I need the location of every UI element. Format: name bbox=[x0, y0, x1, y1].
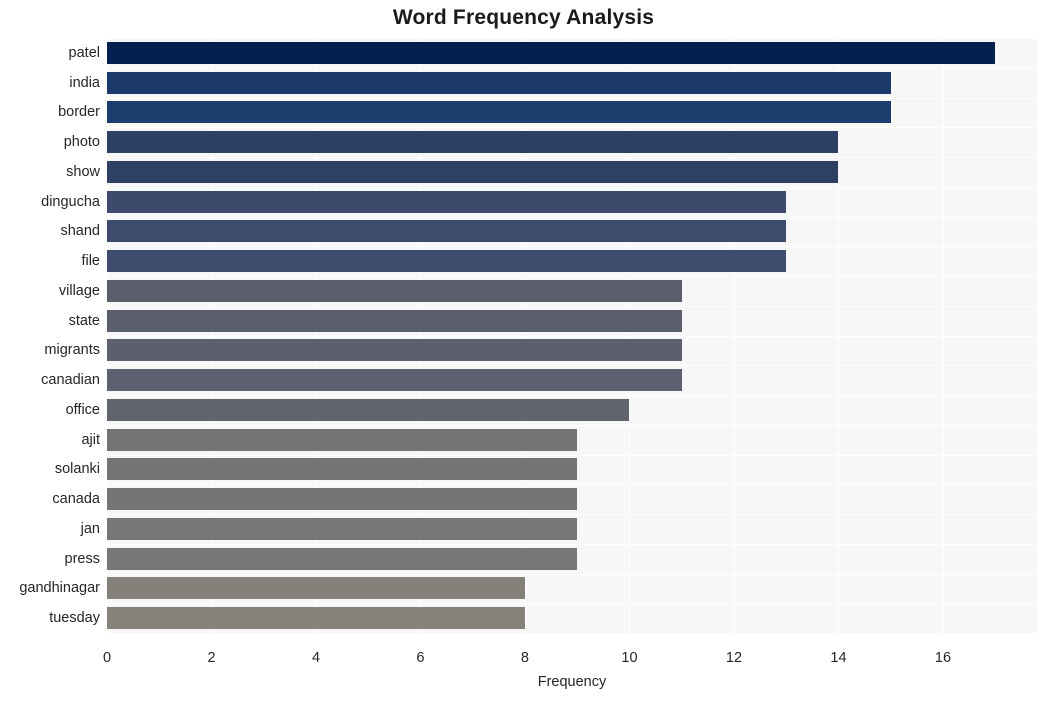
bar bbox=[107, 458, 578, 481]
y-tick-label: office bbox=[65, 401, 100, 418]
gridline-horizontal bbox=[107, 305, 1037, 307]
bar bbox=[107, 101, 891, 124]
y-axis: patel india border photo show dingucha shand fi… bbox=[0, 38, 100, 633]
bar bbox=[107, 71, 891, 94]
y-tick-label: migrants bbox=[44, 342, 100, 359]
y-tick-label: shand bbox=[60, 223, 100, 240]
gridline-horizontal bbox=[107, 97, 1037, 99]
gridline-horizontal bbox=[107, 573, 1037, 575]
x-tick-label: 8 bbox=[520, 650, 530, 666]
gridline-horizontal bbox=[107, 157, 1037, 158]
bar bbox=[107, 41, 996, 64]
x-tick-label: 6 bbox=[416, 650, 425, 666]
bar bbox=[107, 488, 578, 511]
gridline-horizontal bbox=[107, 67, 1037, 69]
y-tick-label: photo bbox=[63, 134, 100, 151]
bar bbox=[107, 131, 839, 154]
y-tick-label: canada bbox=[52, 491, 100, 508]
bar bbox=[107, 250, 787, 273]
bar bbox=[107, 577, 525, 600]
bar bbox=[107, 309, 682, 332]
gridline-horizontal bbox=[107, 186, 1037, 188]
bar bbox=[107, 279, 682, 302]
gridline-horizontal bbox=[107, 454, 1037, 456]
bar bbox=[107, 160, 839, 183]
y-tick-label: solanki bbox=[54, 461, 100, 478]
y-tick-label: ajit bbox=[81, 431, 100, 448]
bar bbox=[107, 190, 787, 213]
y-tick-label: india bbox=[69, 74, 100, 91]
y-tick-label: state bbox=[68, 312, 100, 329]
bar bbox=[107, 220, 787, 243]
y-tick-label: gandhinagar bbox=[19, 580, 100, 597]
gridline-horizontal bbox=[107, 424, 1037, 426]
bar bbox=[107, 517, 578, 540]
bar bbox=[107, 369, 682, 392]
y-tick-label: patel bbox=[68, 44, 100, 61]
bar bbox=[107, 607, 525, 630]
bar bbox=[107, 547, 578, 570]
x-axis-title: Frequency bbox=[537, 674, 607, 690]
y-tick-label: canadian bbox=[41, 372, 100, 389]
x-tick-label: 14 bbox=[830, 650, 847, 666]
bar bbox=[107, 428, 578, 451]
x-axis: 0 2 4 6 8 10 12 14 16 bbox=[103, 633, 1037, 666]
gridline-horizontal bbox=[107, 365, 1037, 367]
y-tick-label: file bbox=[81, 253, 100, 270]
gridline-horizontal bbox=[107, 543, 1037, 545]
bar bbox=[107, 339, 682, 362]
gridline-horizontal bbox=[107, 484, 1037, 486]
bar bbox=[107, 398, 630, 421]
gridline-horizontal bbox=[107, 246, 1037, 248]
y-tick-label: border bbox=[58, 104, 100, 121]
x-tick-label: 2 bbox=[207, 650, 216, 666]
chart-figure: Word Frequency Analysis patel india border… bbox=[0, 0, 1047, 701]
x-tick-label: 16 bbox=[934, 650, 952, 666]
gridline-horizontal bbox=[107, 335, 1037, 337]
x-tick-label: 0 bbox=[102, 650, 112, 666]
y-tick-label: tuesday bbox=[49, 610, 100, 627]
x-tick-label: 12 bbox=[725, 650, 743, 666]
gridline-horizontal bbox=[107, 514, 1037, 515]
x-tick-label: 10 bbox=[621, 650, 638, 666]
page-title: Word Frequency Analysis bbox=[392, 6, 655, 29]
x-tick-label: 4 bbox=[311, 650, 321, 666]
gridline-horizontal bbox=[107, 603, 1037, 605]
y-tick-label: press bbox=[64, 550, 100, 567]
gridline-horizontal bbox=[107, 216, 1037, 218]
gridline-horizontal bbox=[107, 38, 1037, 39]
gridline-horizontal bbox=[107, 276, 1037, 277]
y-tick-label: dingucha bbox=[41, 193, 100, 210]
y-tick-label: show bbox=[66, 163, 100, 180]
gridline-horizontal bbox=[107, 395, 1037, 396]
y-tick-label: jan bbox=[80, 520, 100, 537]
plot-area bbox=[107, 38, 1037, 633]
gridline-horizontal bbox=[107, 127, 1037, 129]
y-tick-label: village bbox=[58, 282, 100, 299]
